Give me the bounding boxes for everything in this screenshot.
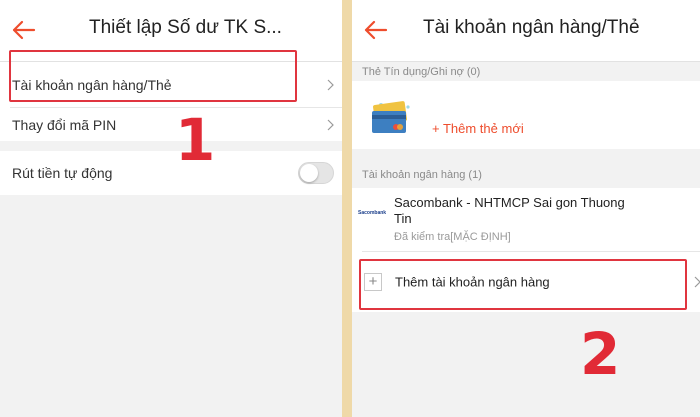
page-title: Tài khoản ngân hàng/Thẻ [423,17,640,38]
back-arrow-icon[interactable] [10,17,36,43]
step-number: 2 [580,320,621,388]
bank-status: Đã kiểm tra[MẶC ĐỊNH] [394,231,511,243]
credit-card-icon [372,101,410,133]
left-screen: Thiết lập Số dư TK S... Tài khoản ngân h… [0,0,342,417]
cards-row: + Thêm thẻ mới [352,81,700,149]
header: Tài khoản ngân hàng/Thẻ [352,0,700,62]
menu-item-change-pin[interactable]: Thay đổi mã PIN [0,108,342,141]
bank-name: Sacombank - NHTMCP Sai gon Thuong Tin [394,195,625,226]
bank-section-label: Tài khoản ngân hàng (1) [362,169,482,181]
chevron-right-icon [327,119,334,130]
right-screen: Tài khoản ngân hàng/Thẻ Thẻ Tín dụng/Ghi… [352,0,700,417]
auto-withdraw-toggle[interactable] [298,162,334,184]
menu-item-label: Thay đổi mã PIN [12,116,117,133]
add-bank-account-row[interactable]: + Thêm tài khoản ngân hàng [352,252,700,312]
toggle-knob [300,164,318,182]
plus-icon: + [364,273,382,291]
chevron-right-icon [694,276,700,288]
menu-item-bank-account[interactable]: Tài khoản ngân hàng/Thẻ [0,62,342,108]
add-new-card-link[interactable]: + Thêm thẻ mới [432,121,524,136]
add-bank-account-label: Thêm tài khoản ngân hàng [395,274,550,290]
bank-account-row[interactable]: Sacombank Sacombank - NHTMCP Sai gon Thu… [352,188,700,252]
header: Thiết lập Số dư TK S... [0,0,342,62]
cards-section-label: Thẻ Tín dụng/Ghi nợ (0) [362,66,481,78]
menu-item-label: Rút tiền tự động [12,165,113,181]
step-number: 1 [175,106,216,174]
chevron-right-icon [327,79,334,91]
back-arrow-icon[interactable] [362,17,388,43]
menu-item-label: Tài khoản ngân hàng/Thẻ [12,77,172,93]
bank-logo: Sacombank [358,210,387,216]
page-title: Thiết lập Số dư TK S... [89,17,282,38]
menu-item-auto-withdraw: Rút tiền tự động [0,151,342,195]
